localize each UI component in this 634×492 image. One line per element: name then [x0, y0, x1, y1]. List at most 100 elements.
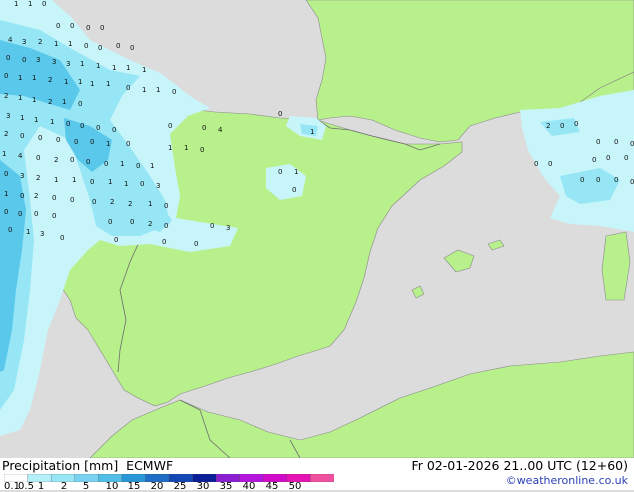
- precip-value-label: 1: [20, 114, 24, 122]
- precip-value-label: 0: [130, 44, 134, 52]
- precip-value-label: 0: [614, 138, 618, 146]
- precip-value-label: 1: [96, 62, 100, 70]
- precip-value-label: 1: [142, 66, 146, 74]
- precip-value-label: 0: [202, 124, 206, 132]
- precip-value-label: 1: [78, 78, 82, 86]
- precip-value-label: 1: [62, 98, 66, 106]
- precip-value-label: 0: [164, 222, 168, 230]
- precip-value-label: 2: [4, 92, 8, 100]
- precip-value-label: 2: [128, 200, 132, 208]
- precip-value-label: 1: [80, 60, 84, 68]
- precip-value-label: 0: [116, 42, 120, 50]
- precip-value-label: 0: [8, 226, 12, 234]
- precip-value-label: 0: [74, 138, 78, 146]
- precip-value-label: 3: [156, 182, 160, 190]
- scale-tick-label: 35: [219, 481, 233, 492]
- precip-value-label: 1: [32, 96, 36, 104]
- precip-value-label: 0: [200, 146, 204, 154]
- scale-tick-label: 5: [82, 481, 90, 492]
- precip-value-label: 0: [162, 238, 166, 246]
- scale-tick-label: 45: [265, 481, 279, 492]
- precip-value-label: 3: [66, 60, 70, 68]
- scale-tick-label: 0.5: [18, 481, 34, 492]
- precip-value-label: 0: [22, 56, 26, 64]
- precip-value-label: 1: [124, 180, 128, 188]
- precip-value-label: 1: [142, 86, 146, 94]
- precip-value-label: 0: [548, 160, 552, 168]
- scale-tick-label: 30: [196, 481, 210, 492]
- precip-value-label: 3: [36, 56, 40, 64]
- precip-value-label: 1: [32, 74, 36, 82]
- scale-tick-label: 2: [60, 481, 68, 492]
- precip-value-label: 1: [150, 162, 154, 170]
- precip-value-label: 1: [184, 144, 188, 152]
- precip-value-label: 0: [52, 194, 56, 202]
- precip-value-label: 0: [136, 162, 140, 170]
- precip-value-label: 3: [52, 58, 56, 66]
- precip-value-label: 0: [278, 168, 282, 176]
- precip-value-label: 1: [120, 160, 124, 168]
- precip-value-label: 0: [126, 140, 130, 148]
- precip-value-label: 2: [110, 198, 114, 206]
- precip-value-label: 0: [56, 22, 60, 30]
- precip-value-label: 1: [126, 64, 130, 72]
- precip-value-label: 3: [226, 224, 230, 232]
- precip-value-label: 4: [18, 152, 23, 160]
- precip-value-label: 0: [112, 126, 116, 134]
- precip-value-label: 0: [38, 134, 42, 142]
- precip-value-label: 1: [112, 64, 116, 72]
- precip-value-label: 0: [630, 178, 634, 186]
- scale-tick-label: 50: [288, 481, 302, 492]
- scale-swatch: [310, 474, 334, 482]
- precip-value-label: 4: [218, 126, 223, 134]
- precip-value-label: 0: [580, 176, 584, 184]
- precip-value-label: 1: [18, 94, 22, 102]
- precip-value-label: 1: [64, 78, 68, 86]
- precip-value-label: 0: [20, 192, 24, 200]
- precip-value-label: 0: [104, 160, 108, 168]
- precip-value-label: 1: [294, 168, 298, 176]
- precip-value-label: 0: [6, 54, 10, 62]
- precip-value-label: 0: [56, 136, 60, 144]
- precip-value-label: 0: [592, 156, 596, 164]
- precip-value-label: 0: [4, 170, 8, 178]
- precip-value-label: 2: [546, 122, 550, 130]
- scale-tick-label: 10: [105, 481, 119, 492]
- scale-tick-label: 1: [37, 481, 45, 492]
- precip-value-label: 1: [148, 200, 152, 208]
- precip-value-label: 0: [278, 110, 282, 118]
- precip-value-label: 0: [624, 154, 628, 162]
- precip-value-label: 0: [34, 210, 38, 218]
- valid-time: Fr 02-01-2026 21..00 UTC (12+60): [411, 458, 628, 473]
- precip-value-label: 1: [2, 150, 6, 158]
- precipitation-map: 1 1 0 0 0 0 0 0 0 4 3 2 1 1 0 0 0 0 3 3 3 1 1 1 1 1 0 1 1 2 1 1 1 1 0 1 1 0 2 1…: [0, 0, 634, 458]
- precip-value-label: 1: [54, 176, 58, 184]
- precip-value-label: 0: [70, 196, 74, 204]
- precip-value-label: 0: [164, 202, 168, 210]
- precip-value-label: 0: [4, 208, 8, 216]
- color-scale: [4, 474, 334, 482]
- precip-value-label: 2: [36, 174, 40, 182]
- precip-value-label: 2: [54, 156, 58, 164]
- precip-value-label: 0: [574, 120, 578, 128]
- precip-value-label: 3: [40, 230, 44, 238]
- precip-value-label: 0: [596, 138, 600, 146]
- precip-value-label: 1: [28, 0, 32, 8]
- precip-value-label: 0: [130, 218, 134, 226]
- precip-value-label: 0: [98, 44, 102, 52]
- legend-title: Precipitation [mm]: [2, 458, 119, 473]
- precip-value-label: 0: [560, 122, 564, 130]
- precip-value-label: 1: [90, 80, 94, 88]
- precip-value-label: 0: [168, 122, 172, 130]
- precip-value-label: 3: [6, 112, 10, 120]
- precip-value-label: 0: [52, 212, 56, 220]
- land-sardinia: [601, 231, 631, 301]
- precip-value-label: 3: [20, 172, 24, 180]
- precip-value-label: 0: [70, 22, 74, 30]
- precip-value-label: 1: [4, 190, 8, 198]
- precip-value-label: 0: [92, 198, 96, 206]
- precip-value-label: 0: [114, 236, 118, 244]
- precip-value-label: 1: [68, 40, 72, 48]
- credit-text[interactable]: ©weatheronline.co.uk: [506, 474, 628, 487]
- precip-value-label: 0: [194, 240, 198, 248]
